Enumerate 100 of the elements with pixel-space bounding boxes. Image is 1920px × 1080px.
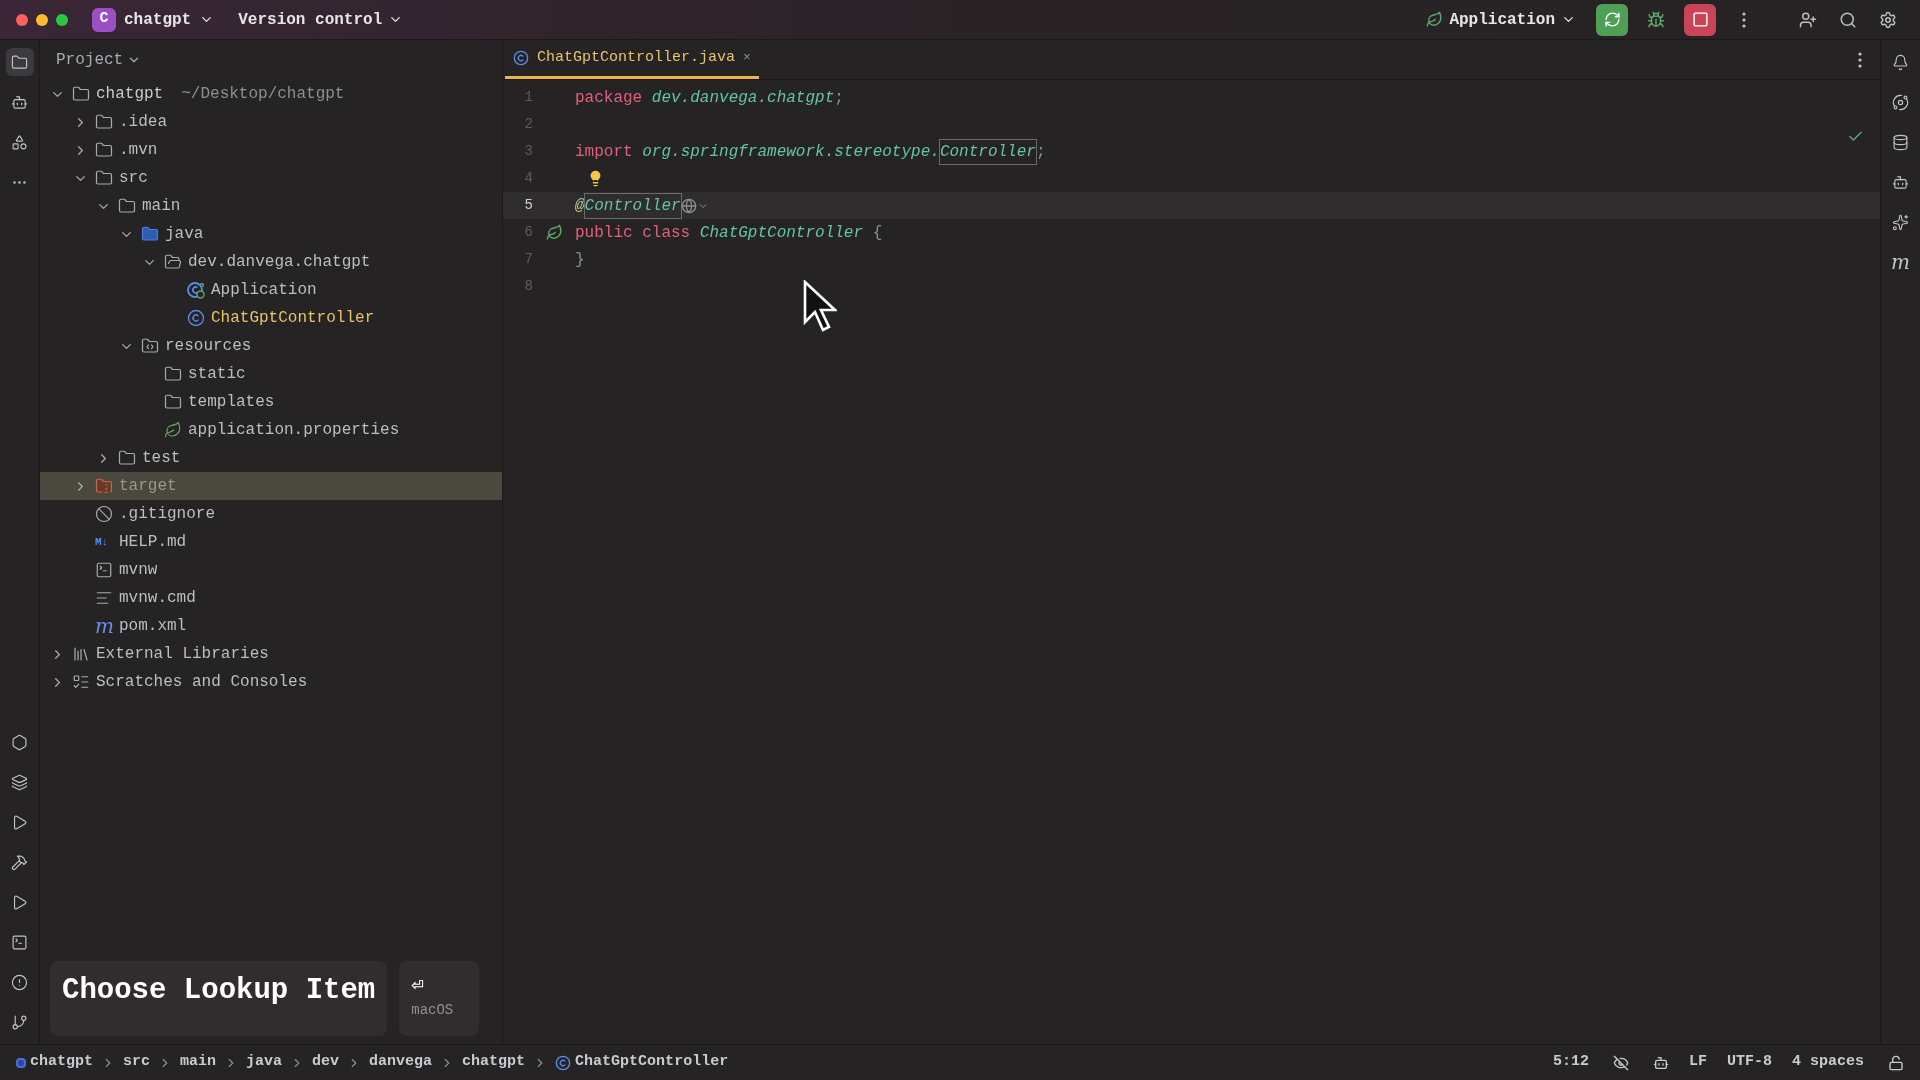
code-token: org.springframework.stereotype. bbox=[642, 141, 940, 163]
settings-icon bbox=[1879, 10, 1897, 29]
tree-label: static bbox=[188, 364, 246, 385]
text-file-icon bbox=[95, 589, 113, 607]
eye-off-icon[interactable] bbox=[1612, 1054, 1629, 1071]
tree-row[interactable]: mvnw.cmd bbox=[40, 584, 502, 612]
breadcrumb[interactable]: chatgpt bbox=[16, 1051, 93, 1074]
tree-row[interactable]: main bbox=[40, 192, 502, 220]
markdown-icon: M↓ bbox=[95, 536, 113, 548]
close-window-button[interactable] bbox=[16, 13, 28, 26]
tree-label: .idea bbox=[119, 112, 167, 133]
breadcrumb[interactable]: dev bbox=[312, 1051, 340, 1074]
project-view-selector[interactable]: Project bbox=[40, 40, 158, 80]
code-token: ; bbox=[834, 87, 844, 109]
tree-label: java bbox=[165, 224, 204, 245]
maven-icon[interactable]: m bbox=[1886, 248, 1915, 276]
unlocked-icon[interactable] bbox=[1888, 1054, 1904, 1071]
more-icon bbox=[1742, 11, 1746, 28]
breadcrumb[interactable]: src bbox=[123, 1051, 151, 1074]
rerun-button[interactable] bbox=[1596, 3, 1628, 36]
indent-setting[interactable]: 4 spaces bbox=[1792, 1051, 1864, 1074]
zoom-window-button[interactable] bbox=[56, 13, 68, 26]
tree-row[interactable]: java bbox=[40, 220, 502, 248]
more-icon bbox=[1858, 51, 1862, 68]
tree-row[interactable]: templates bbox=[40, 388, 502, 416]
tree-label: test bbox=[142, 448, 181, 469]
tree-row[interactable]: Application bbox=[40, 276, 502, 304]
run-configuration[interactable]: Application bbox=[1426, 7, 1576, 32]
breadcrumb[interactable]: java bbox=[246, 1051, 283, 1074]
line-number: 7 bbox=[523, 250, 533, 269]
robot-icon[interactable] bbox=[1652, 1054, 1669, 1071]
tree-row[interactable]: chatgpt ~/Desktop/chatgpt bbox=[40, 80, 502, 108]
code-token: Controller bbox=[584, 193, 681, 218]
platform-label: macOS bbox=[411, 1001, 455, 1020]
line-number: 8 bbox=[523, 277, 533, 296]
line-separator[interactable]: LF bbox=[1688, 1051, 1707, 1074]
folder-icon bbox=[95, 141, 113, 159]
code-token: package bbox=[575, 87, 644, 109]
tree-row[interactable]: test bbox=[40, 444, 502, 472]
line-number: 5 bbox=[523, 196, 533, 215]
class-icon bbox=[513, 50, 529, 66]
tree-row[interactable]: m pom.xml bbox=[40, 612, 502, 640]
tree-row[interactable]: Scratches and Consoles bbox=[40, 668, 502, 696]
tree-row[interactable]: External Libraries bbox=[40, 640, 502, 668]
tree-row[interactable]: .idea bbox=[40, 108, 502, 136]
tree-label: Scratches and Consoles bbox=[96, 672, 308, 693]
tree-label: ChatGptController bbox=[211, 308, 375, 329]
tree-label: HELP.md bbox=[119, 532, 187, 553]
caret-position[interactable]: 5:12 bbox=[1552, 1051, 1589, 1074]
editor-tab[interactable]: ChatGptController.java × bbox=[505, 40, 759, 79]
rerun-icon bbox=[1603, 11, 1621, 28]
class-icon bbox=[555, 1054, 572, 1071]
tree-label: pom.xml bbox=[119, 616, 187, 637]
bean-gutter-icon[interactable] bbox=[545, 224, 563, 241]
line-number: 1 bbox=[523, 88, 533, 107]
folder-icon[interactable] bbox=[5, 48, 34, 76]
tree-label: target bbox=[119, 476, 177, 497]
breadcrumb[interactable]: danvega bbox=[369, 1051, 433, 1074]
vcs-menu[interactable]: Version control bbox=[238, 7, 404, 32]
tree-row[interactable]: static bbox=[40, 360, 502, 388]
line-number: 2 bbox=[523, 115, 533, 134]
tree-row[interactable]: M↓ HELP.md bbox=[40, 528, 502, 556]
tree-row[interactable]: mvnw bbox=[40, 556, 502, 584]
stop-button[interactable] bbox=[1684, 3, 1716, 36]
code-token: dev.danvega.chatgpt bbox=[651, 87, 835, 109]
search-icon bbox=[1839, 10, 1857, 29]
maven-icon: m bbox=[95, 616, 113, 636]
ignore-icon bbox=[95, 505, 113, 523]
class-icon bbox=[187, 309, 205, 327]
minimize-window-button[interactable] bbox=[36, 13, 48, 26]
breadcrumb[interactable]: main bbox=[180, 1051, 217, 1074]
tree-row[interactable]: .gitignore bbox=[40, 500, 502, 528]
leaf-icon bbox=[164, 421, 182, 439]
tree-row[interactable]: .mvn bbox=[40, 136, 502, 164]
folder-icon bbox=[95, 477, 113, 495]
tree-row[interactable]: dev.danvega.chatgpt bbox=[40, 248, 502, 276]
tree-label: dev.danvega.chatgpt bbox=[188, 252, 371, 273]
folder-icon bbox=[118, 449, 136, 467]
breadcrumb[interactable]: ChatGptController bbox=[555, 1051, 729, 1074]
breadcrumb[interactable]: chatgpt bbox=[462, 1051, 526, 1074]
project-path: ~/Desktop/chatgpt bbox=[181, 84, 345, 105]
folder-icon bbox=[118, 197, 136, 215]
tab-label: ChatGptController.java bbox=[537, 47, 736, 68]
close-tab-button[interactable]: × bbox=[743, 48, 751, 68]
add-user-icon bbox=[1799, 10, 1817, 29]
project-badge: C bbox=[92, 7, 116, 32]
tree-row[interactable]: application.properties bbox=[40, 416, 502, 444]
tree-label: .gitignore bbox=[119, 504, 215, 525]
tree-label: src bbox=[119, 168, 148, 189]
tree-row[interactable]: resources bbox=[40, 332, 502, 360]
code-token: { bbox=[871, 222, 883, 244]
tree-row[interactable]: ChatGptController bbox=[40, 304, 502, 332]
code-token: } bbox=[575, 249, 585, 271]
folder-icon bbox=[164, 393, 182, 411]
file-encoding[interactable]: UTF-8 bbox=[1726, 1051, 1772, 1074]
tree-row[interactable]: src bbox=[40, 164, 502, 192]
project-menu[interactable]: C chatgpt bbox=[92, 7, 215, 32]
tree-label: resources bbox=[165, 336, 252, 357]
line-number: 3 bbox=[523, 142, 533, 161]
code-token: ChatGptController bbox=[699, 222, 864, 244]
